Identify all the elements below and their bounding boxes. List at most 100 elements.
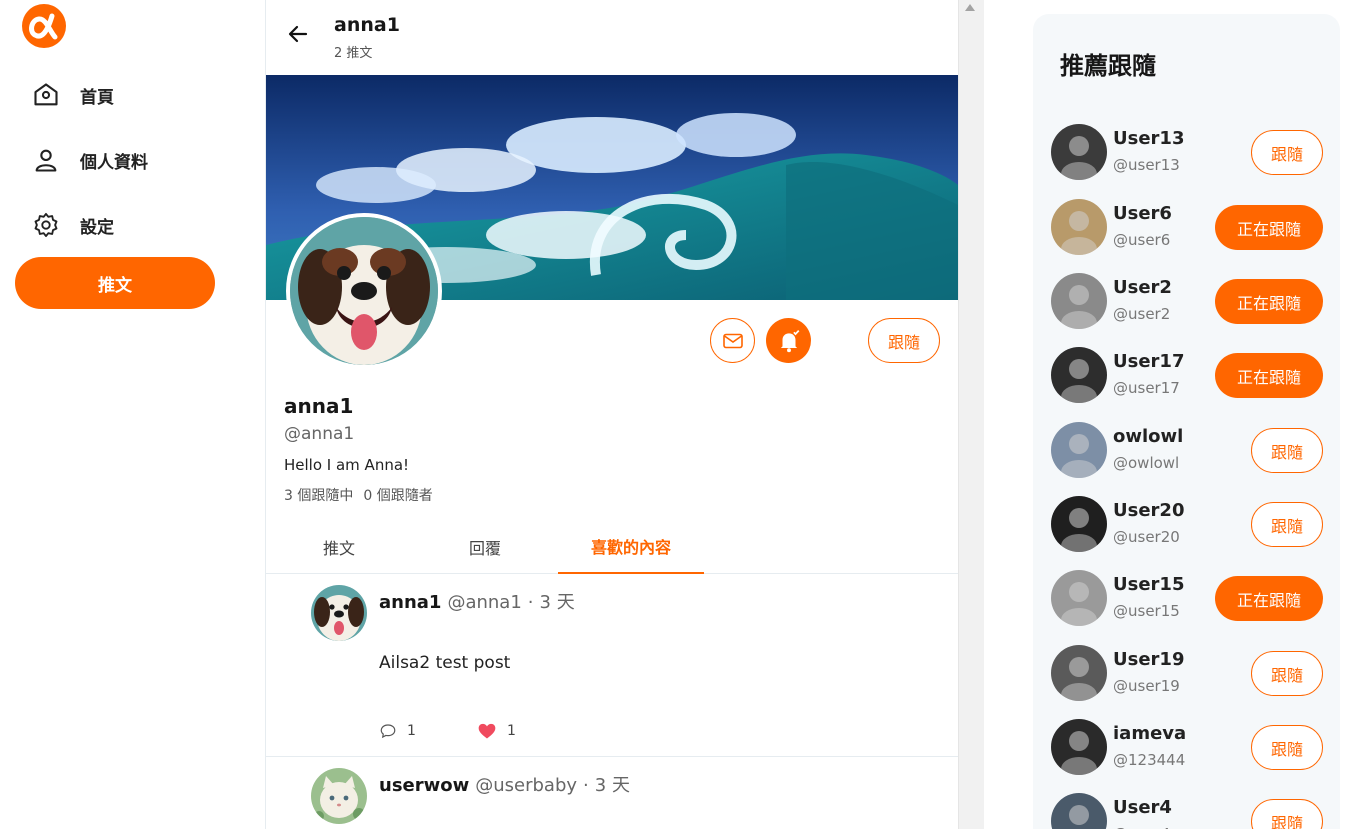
profile-tabs: 推文 回覆 喜歡的內容 <box>266 520 958 574</box>
following-button[interactable]: 正在跟隨 <box>1215 353 1323 398</box>
post-author-handle: @userbaby <box>475 775 578 796</box>
recommend-user-avatar[interactable] <box>1051 570 1107 626</box>
following-button[interactable]: 正在跟隨 <box>1215 205 1323 250</box>
recommend-user-row[interactable]: User20 @user20 跟隨 <box>1051 496 1323 552</box>
recommend-user-handle: @user13 <box>1113 156 1180 174</box>
post-header: anna1 @anna1 · 3 天 <box>379 588 575 614</box>
profile-handle: @anna1 <box>284 424 355 444</box>
reply-action[interactable]: 1 <box>379 722 416 740</box>
user-photo-image <box>1051 719 1107 775</box>
recommend-user-row[interactable]: User2 @user2 正在跟隨 <box>1051 273 1323 329</box>
recommend-user-name[interactable]: User13 <box>1113 128 1184 149</box>
recommend-user-avatar[interactable] <box>1051 793 1107 829</box>
comment-icon <box>380 724 396 739</box>
recommend-user-row[interactable]: User4 @user4 跟隨 <box>1051 793 1323 829</box>
follow-button[interactable]: 跟隨 <box>1251 428 1323 473</box>
user-photo-image <box>1051 199 1107 255</box>
post-time: 3 天 <box>539 592 575 613</box>
recommend-user-name[interactable]: User6 <box>1113 203 1172 224</box>
nav-item-label: 個人資料 <box>80 152 148 173</box>
main-column: anna1 2 推文 跟隨 anna1 @anna1 Hello I am An… <box>266 0 958 829</box>
notify-button[interactable] <box>766 318 811 363</box>
user-photo-image <box>1051 422 1107 478</box>
recommend-user-name[interactable]: owlowl <box>1113 426 1183 447</box>
recommend-user-name[interactable]: User15 <box>1113 574 1184 595</box>
nav-item-home[interactable]: 首頁 <box>32 77 114 113</box>
nav-item-label: 設定 <box>80 217 114 238</box>
follow-button[interactable]: 跟隨 <box>1251 502 1323 547</box>
gear-icon <box>34 212 58 238</box>
tab-replies[interactable]: 回覆 <box>412 520 558 574</box>
recommend-user-row[interactable]: owlowl @owlowl 跟隨 <box>1051 422 1323 478</box>
dog-avatar-image <box>290 217 438 365</box>
tweet-count: 2 推文 <box>334 46 373 61</box>
following-button[interactable]: 正在跟隨 <box>1215 279 1323 324</box>
follow-button[interactable]: 跟隨 <box>1251 725 1323 770</box>
back-arrow-icon[interactable] <box>286 22 310 46</box>
tweet-button[interactable]: 推文 <box>15 257 215 309</box>
profile-name: anna1 <box>284 394 354 418</box>
profile-header: anna1 2 推文 <box>266 0 958 75</box>
recommend-user-avatar[interactable] <box>1051 496 1107 552</box>
user-photo-image <box>1051 645 1107 701</box>
followers-count[interactable]: 0 個跟隨者 <box>363 485 432 505</box>
recommend-user-handle: @user20 <box>1113 528 1180 546</box>
recommend-user-avatar[interactable] <box>1051 347 1107 403</box>
user-photo-image <box>1051 273 1107 329</box>
recommend-user-avatar[interactable] <box>1051 422 1107 478</box>
recommend-user-name[interactable]: iameva <box>1113 723 1186 744</box>
follow-button[interactable]: 跟隨 <box>868 318 940 363</box>
recommend-user-name[interactable]: User20 <box>1113 500 1184 521</box>
recommend-user-avatar[interactable] <box>1051 719 1107 775</box>
recommend-user-name[interactable]: User17 <box>1113 351 1184 372</box>
recommend-user-row[interactable]: User15 @user15 正在跟隨 <box>1051 570 1323 626</box>
recommend-user-avatar[interactable] <box>1051 273 1107 329</box>
recommend-user-row[interactable]: User17 @user17 正在跟隨 <box>1051 347 1323 403</box>
message-button[interactable] <box>710 318 755 363</box>
user-photo-image <box>1051 496 1107 552</box>
following-button[interactable]: 正在跟隨 <box>1215 576 1323 621</box>
post-item[interactable]: userwow @userbaby · 3 天 <box>266 757 958 829</box>
recommend-user-handle: @owlowl <box>1113 454 1180 472</box>
recommend-user-row[interactable]: iameva @123444 跟隨 <box>1051 719 1323 775</box>
app-root: 首頁 個人資料 設定 推文 anna1 2 推文 跟隨 anna1 @anna1… <box>0 0 1368 829</box>
nav-item-profile[interactable]: 個人資料 <box>32 142 148 178</box>
left-nav: 首頁 個人資料 設定 推文 <box>0 0 266 829</box>
recommend-user-avatar[interactable] <box>1051 645 1107 701</box>
follow-button[interactable]: 跟隨 <box>1251 799 1323 829</box>
tab-likes[interactable]: 喜歡的內容 <box>558 520 704 574</box>
scroll-up-arrow-icon[interactable] <box>965 4 975 11</box>
recommend-user-row[interactable]: User19 @user19 跟隨 <box>1051 645 1323 701</box>
recommend-user-name[interactable]: User2 <box>1113 277 1172 298</box>
user-icon <box>35 149 57 172</box>
post-item[interactable]: anna1 @anna1 · 3 天 Ailsa2 test post 1 1 <box>266 574 958 757</box>
post-avatar[interactable] <box>311 768 367 824</box>
recommend-user-handle: @user4 <box>1113 825 1170 829</box>
recommend-user-name[interactable]: User19 <box>1113 649 1184 670</box>
cat-avatar-image <box>311 768 367 824</box>
tab-tweets[interactable]: 推文 <box>266 520 412 574</box>
nav-item-settings[interactable]: 設定 <box>32 207 114 243</box>
follow-button[interactable]: 跟隨 <box>1251 130 1323 175</box>
like-action[interactable]: 1 <box>477 721 516 741</box>
main-scrollbar[interactable] <box>958 0 984 829</box>
user-photo-image <box>1051 347 1107 403</box>
recommend-user-row[interactable]: User6 @user6 正在跟隨 <box>1051 199 1323 255</box>
mail-icon <box>722 333 743 348</box>
recommend-panel: 推薦跟隨 User13 @user13 跟隨 User6 @user6 正在跟隨 User2… <box>1033 14 1340 829</box>
recommend-user-avatar[interactable] <box>1051 124 1107 180</box>
alpha-logo-icon[interactable] <box>20 2 68 50</box>
follow-button[interactable]: 跟隨 <box>1251 651 1323 696</box>
profile-stats: 3 個跟隨中 0 個跟隨者 <box>284 485 433 505</box>
profile-avatar <box>286 213 442 369</box>
post-author-name[interactable]: userwow <box>379 775 469 796</box>
following-count[interactable]: 3 個跟隨中 <box>284 485 353 505</box>
recommend-user-row[interactable]: User13 @user13 跟隨 <box>1051 124 1323 180</box>
post-avatar[interactable] <box>311 585 367 641</box>
recommend-user-name[interactable]: User4 <box>1113 797 1172 818</box>
reply-count: 1 <box>407 723 416 739</box>
recommend-user-avatar[interactable] <box>1051 199 1107 255</box>
heart-filled-icon <box>478 723 496 739</box>
post-text: Ailsa2 test post <box>379 653 511 673</box>
post-author-name[interactable]: anna1 <box>379 592 441 613</box>
